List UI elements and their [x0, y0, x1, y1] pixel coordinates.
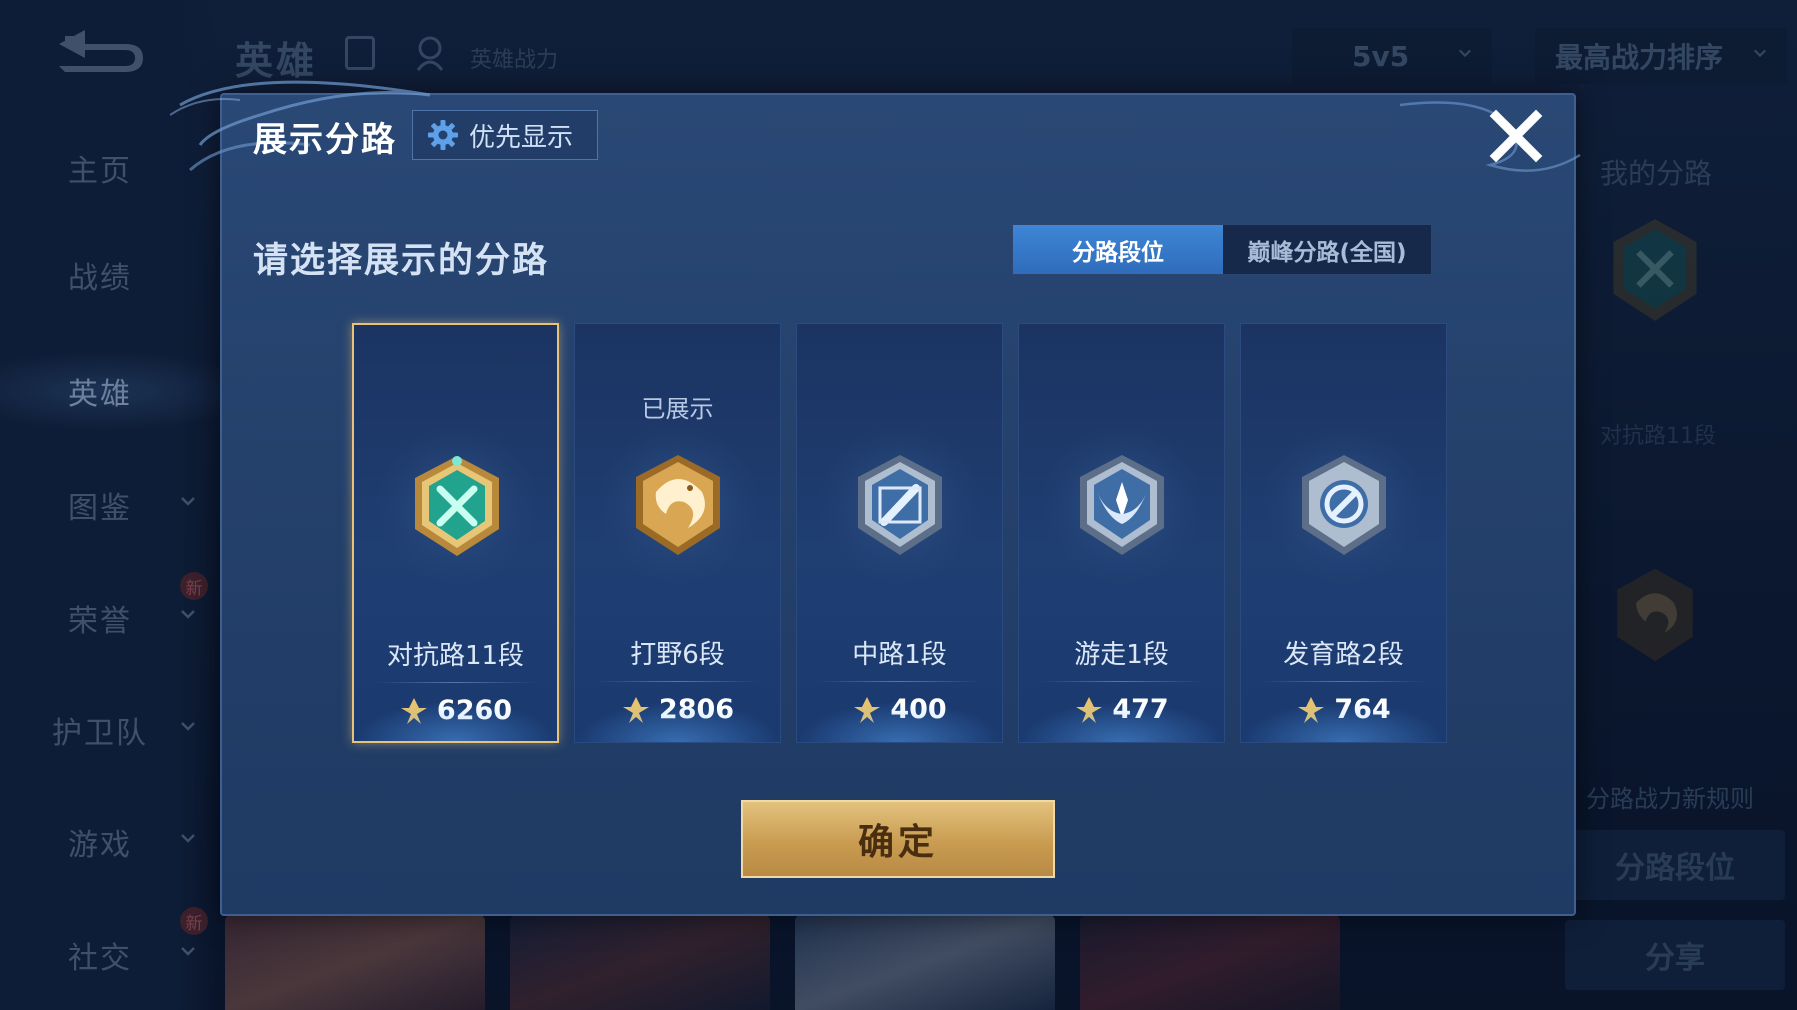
roam-emblem-icon [1080, 455, 1164, 555]
shown-label: 已展示 [641, 395, 714, 423]
lane-card-roam[interactable]: 游走1段 477 [1018, 323, 1225, 743]
divider [817, 681, 982, 682]
lane-card-farm[interactable]: 发育路2段 764 [1240, 323, 1447, 743]
divider [1261, 681, 1426, 682]
divider [374, 682, 537, 683]
tab-peak-lane-national[interactable]: 巅峰分路(全国) [1223, 225, 1431, 274]
divider [595, 681, 760, 682]
gear-icon [428, 120, 458, 150]
lane-rank-name: 发育路2段 [1283, 640, 1404, 670]
lane-card-clash[interactable]: 对抗路11段 6260 [352, 323, 559, 743]
modal-subtitle: 请选择展示的分路 [253, 241, 550, 281]
confirm-button[interactable]: 确定 [741, 800, 1055, 878]
card-glow [575, 702, 780, 742]
lane-type-tabs: 分路段位 巅峰分路(全国) [1012, 224, 1432, 275]
lane-card-mid[interactable]: 中路1段 400 [796, 323, 1003, 743]
card-glow [1241, 702, 1446, 742]
card-glow [1019, 702, 1224, 742]
lane-rank-name: 游走1段 [1074, 640, 1169, 670]
lane-card-jungle[interactable]: 已展示 打野6段 2806 [574, 323, 781, 743]
card-glow [354, 701, 557, 741]
lane-rank-name: 中路1段 [852, 640, 947, 670]
clash-lane-emblem-icon [415, 456, 499, 556]
lane-rank-name: 打野6段 [630, 640, 725, 670]
mid-lane-emblem-icon [858, 455, 942, 555]
jungle-emblem-icon [636, 455, 720, 555]
priority-display-button[interactable]: 优先显示 [412, 110, 598, 160]
divider [1039, 681, 1204, 682]
farm-lane-emblem-icon [1302, 455, 1386, 555]
tab-lane-rank[interactable]: 分路段位 [1013, 225, 1223, 274]
lane-rank-name: 对抗路11段 [386, 641, 525, 671]
priority-display-label: 优先显示 [469, 122, 574, 153]
modal-title: 展示分路 [253, 120, 397, 160]
close-icon[interactable] [1488, 108, 1544, 164]
card-glow [797, 702, 1002, 742]
